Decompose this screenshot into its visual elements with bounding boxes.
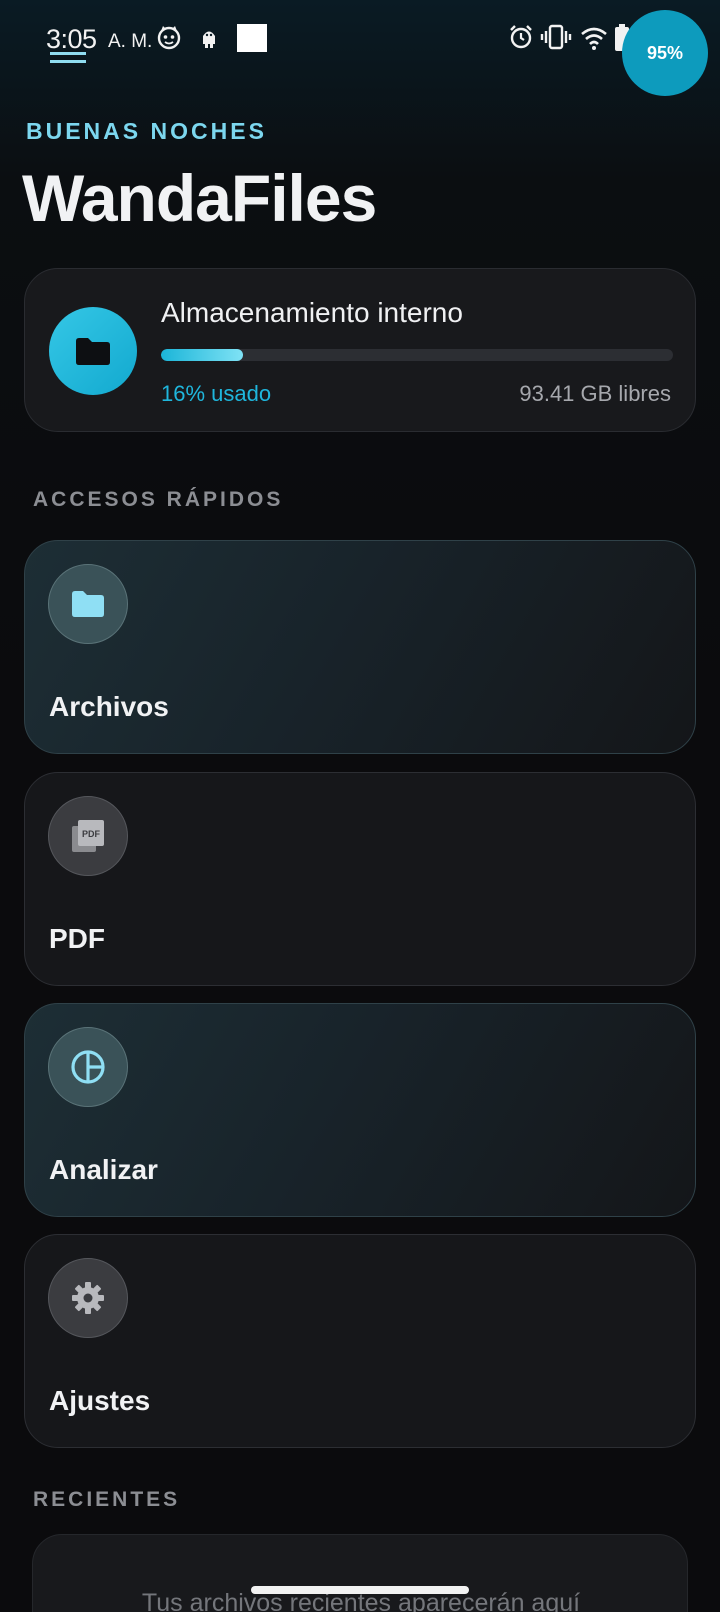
screen: 3:05 A. M. 95% BUENAS NOCHES WandaFiles … [0,0,720,1612]
status-underline [50,60,86,63]
archivos-icon-circle [48,564,128,644]
analizar-icon-circle [48,1027,128,1107]
pdf-icon: PDF [72,820,104,852]
internal-storage-card[interactable]: Almacenamiento interno 16% usado 93.41 G… [24,268,696,432]
storage-title: Almacenamiento interno [161,297,463,328]
vibrate-icon [540,24,572,50]
quick-access-ajustes[interactable]: Ajustes [24,1234,696,1448]
page-title: WandaFiles [22,161,377,235]
pdf-icon-circle: PDF [48,796,128,876]
quick-access-label: PDF [49,923,105,954]
folder-icon [76,338,110,365]
status-ampm: A. M. [108,31,153,52]
recents-card: Tus archivos recientes aparecerán aquí [32,1534,688,1612]
storage-progress-fill [161,349,243,361]
status-time: 3:05 [46,24,97,54]
white-square-icon [237,24,267,52]
storage-used-label: 16% usado [161,381,272,406]
recents-section-label: RECIENTES [33,1488,181,1511]
storage-icon-circle [49,307,137,395]
status-underline [50,52,86,55]
folder-icon [72,591,104,617]
alarm-icon [510,25,532,49]
gear-icon [72,1282,104,1314]
cat-face-icon [157,26,181,50]
quick-access-section-label: ACCESOS RÁPIDOS [33,488,284,511]
battery-percentage-badge: 95% [622,10,708,96]
quick-access-label: Archivos [49,691,169,722]
storage-progress-bar [161,349,673,361]
greeting-text: BUENAS NOCHES [26,118,267,144]
quick-access-label: Ajustes [49,1385,151,1416]
quick-access-pdf[interactable]: PDF PDF [24,772,696,986]
pie-chart-icon [71,1050,105,1084]
status-bar: 3:05 A. M. 95% [0,0,720,96]
home-indicator[interactable] [251,1586,469,1594]
svg-text:PDF: PDF [82,829,101,839]
android-icon [203,31,215,48]
storage-free-label: 93.41 GB libres [519,381,671,406]
ajustes-icon-circle [48,1258,128,1338]
quick-access-label: Analizar [49,1154,158,1185]
wifi-icon [581,27,607,50]
quick-access-analizar[interactable]: Analizar [24,1003,696,1217]
quick-access-archivos[interactable]: Archivos [24,540,696,754]
